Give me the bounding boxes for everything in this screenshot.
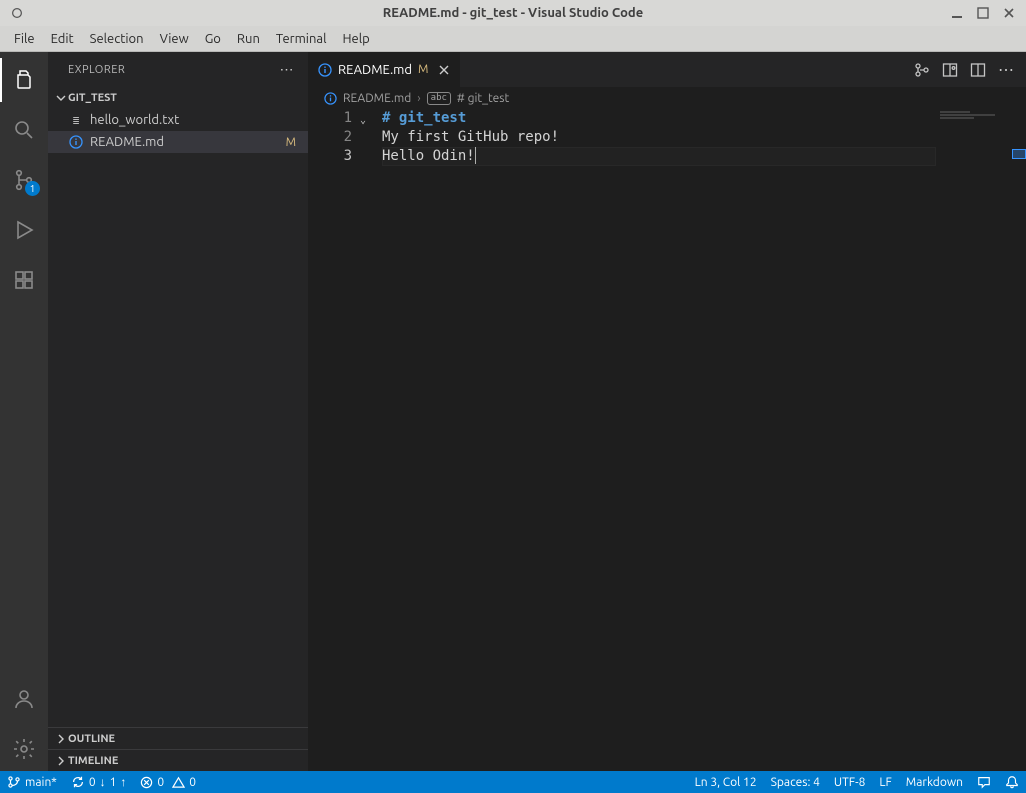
errors-count: 0: [157, 776, 164, 789]
tab-modified-indicator: M: [418, 63, 428, 76]
code-line: My first GitHub repo!: [382, 129, 559, 145]
status-encoding[interactable]: UTF-8: [827, 771, 872, 793]
arrow-down-icon: ↓: [100, 775, 106, 789]
tab-label: README.md: [338, 63, 412, 77]
activity-bar: 1: [0, 52, 48, 771]
window-title: README.md - git_test - Visual Studio Cod…: [383, 6, 643, 20]
app-menu-icon[interactable]: [10, 6, 24, 20]
status-problems[interactable]: 0 0: [133, 771, 203, 793]
status-language[interactable]: Markdown: [899, 771, 970, 793]
warnings-count: 0: [189, 776, 196, 789]
line-number: 2: [308, 128, 352, 147]
section-timeline[interactable]: TIMELINE: [48, 749, 308, 771]
folder-name: GIT_TEST: [68, 92, 117, 104]
status-eol[interactable]: LF: [872, 771, 898, 793]
window-titlebar: README.md - git_test - Visual Studio Cod…: [0, 0, 1026, 26]
tab-close-icon[interactable]: [438, 64, 450, 76]
sidebar-title: EXPLORER: [68, 64, 125, 76]
text-file-icon: ≣: [68, 114, 84, 127]
scm-badge: 1: [25, 181, 40, 196]
minimap-viewport[interactable]: [1012, 149, 1026, 159]
menu-file[interactable]: File: [6, 26, 43, 51]
branch-name: main*: [25, 776, 57, 789]
activity-explorer[interactable]: [0, 58, 48, 102]
menu-help[interactable]: Help: [334, 26, 377, 51]
file-item-hello-world[interactable]: ≣ hello_world.txt: [48, 109, 308, 131]
window-minimize-icon[interactable]: [950, 6, 964, 20]
code-line: Hello Odin!: [382, 148, 475, 164]
breadcrumbs[interactable]: README.md › abc # git_test: [308, 87, 1026, 109]
activity-run-debug[interactable]: [0, 208, 48, 252]
file-tree: ≣ hello_world.txt README.md M: [48, 109, 308, 727]
sidebar-header: EXPLORER ⋯: [48, 52, 308, 87]
status-notifications-icon[interactable]: [998, 771, 1026, 793]
open-changes-icon[interactable]: [914, 62, 930, 78]
split-editor-icon[interactable]: [970, 62, 986, 78]
text-cursor: [475, 147, 476, 164]
chevron-right-icon: [54, 734, 68, 744]
editor-group: README.md M ⋯: [308, 52, 1026, 771]
activity-settings[interactable]: [0, 727, 48, 771]
menu-edit[interactable]: Edit: [43, 26, 82, 51]
open-preview-icon[interactable]: [942, 62, 958, 78]
modified-indicator: M: [286, 136, 296, 149]
status-indentation[interactable]: Spaces: 4: [764, 771, 827, 793]
window-maximize-icon[interactable]: [976, 6, 990, 20]
info-file-icon: [324, 92, 337, 105]
sidebar-more-icon[interactable]: ⋯: [280, 61, 295, 78]
line-number: 3: [308, 147, 352, 166]
sidebar-explorer: EXPLORER ⋯ GIT_TEST ≣ hello_world.txt RE…: [48, 52, 308, 771]
line-number: 1⌄: [308, 109, 352, 128]
info-file-icon: [68, 135, 84, 149]
tab-bar: README.md M ⋯: [308, 52, 1026, 87]
editor-more-icon[interactable]: ⋯: [998, 60, 1014, 79]
file-name: hello_world.txt: [90, 113, 179, 127]
menu-terminal[interactable]: Terminal: [268, 26, 335, 51]
sync-up: 1: [110, 776, 117, 789]
file-item-readme[interactable]: README.md M: [48, 131, 308, 153]
activity-search[interactable]: [0, 108, 48, 152]
menu-go[interactable]: Go: [197, 26, 229, 51]
section-outline-label: OUTLINE: [68, 733, 115, 745]
arrow-up-icon: ↑: [120, 775, 126, 789]
chevron-down-icon: [54, 93, 68, 103]
breadcrumb-file[interactable]: README.md: [343, 92, 411, 105]
code-area[interactable]: # git_test My first GitHub repo! Hello O…: [360, 109, 936, 771]
folder-header[interactable]: GIT_TEST: [48, 87, 308, 109]
sync-down: 0: [89, 776, 96, 789]
minimap[interactable]: [936, 109, 1026, 771]
line-number-gutter: 1⌄ 2 3: [308, 109, 360, 771]
menu-view[interactable]: View: [152, 26, 197, 51]
menu-run[interactable]: Run: [229, 26, 268, 51]
status-cursor-position[interactable]: Ln 3, Col 12: [688, 771, 764, 793]
activity-extensions[interactable]: [0, 258, 48, 302]
code-line: # git_test: [382, 110, 466, 126]
info-file-icon: [318, 63, 332, 77]
chevron-right-icon: ›: [417, 92, 420, 105]
activity-source-control[interactable]: 1: [0, 158, 48, 202]
menubar: File Edit Selection View Go Run Terminal…: [0, 26, 1026, 52]
file-name: README.md: [90, 135, 164, 149]
status-branch[interactable]: main*: [0, 771, 64, 793]
symbol-kind-icon: abc: [427, 92, 451, 105]
menu-selection[interactable]: Selection: [82, 26, 152, 51]
status-bar: main* 0 ↓ 1↑ 0 0 Ln 3, Col 12 Spaces: 4 U…: [0, 771, 1026, 793]
status-feedback-icon[interactable]: [970, 771, 998, 793]
breadcrumb-symbol[interactable]: # git_test: [457, 92, 509, 105]
section-outline[interactable]: OUTLINE: [48, 727, 308, 749]
window-close-icon[interactable]: [1002, 6, 1016, 20]
tab-readme[interactable]: README.md M: [308, 52, 461, 87]
activity-accounts[interactable]: [0, 677, 48, 721]
status-sync[interactable]: 0 ↓ 1↑: [64, 771, 134, 793]
chevron-right-icon: [54, 756, 68, 766]
editor-body[interactable]: 1⌄ 2 3 # git_test My first GitHub repo! …: [308, 109, 1026, 771]
section-timeline-label: TIMELINE: [68, 755, 118, 767]
editor-actions: ⋯: [902, 52, 1026, 87]
